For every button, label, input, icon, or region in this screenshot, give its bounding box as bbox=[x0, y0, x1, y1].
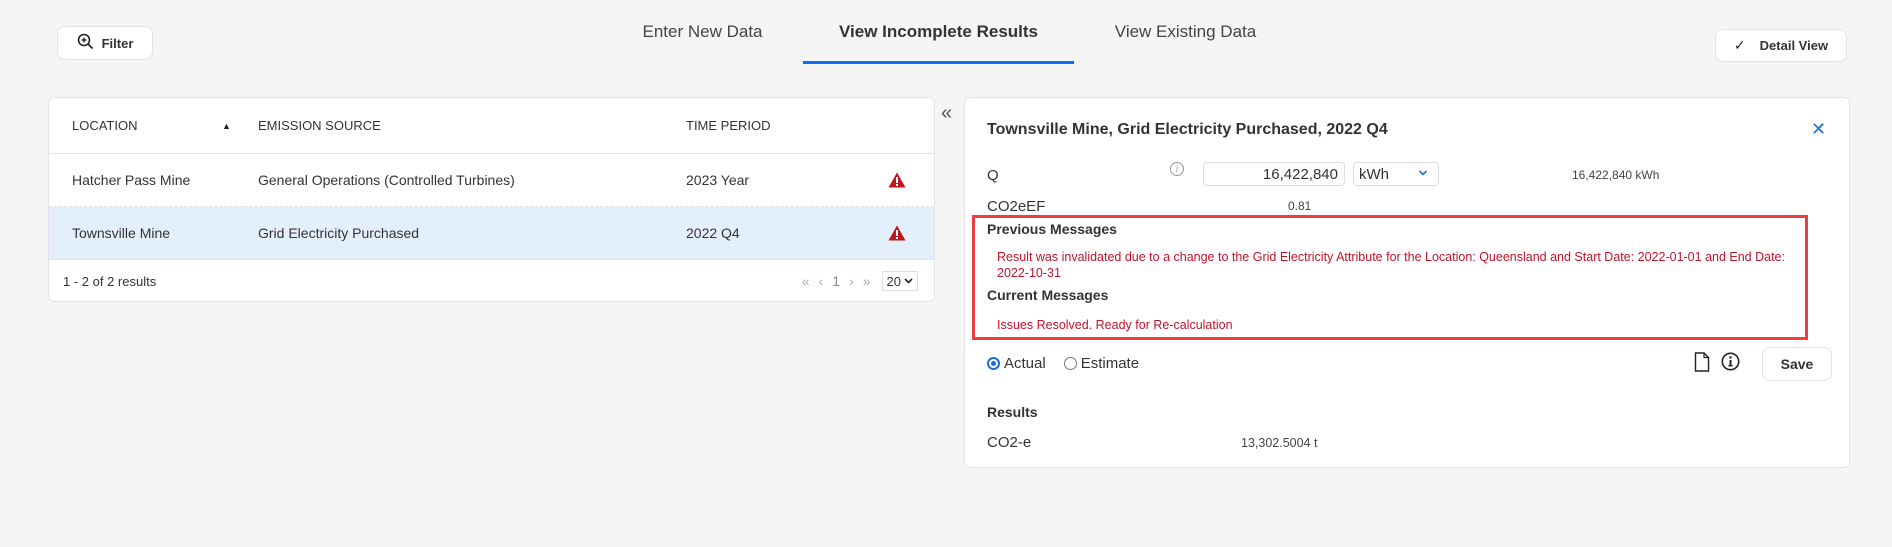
unit-value: kWh bbox=[1359, 165, 1389, 183]
pagination: « ‹ 1 › » 20 bbox=[802, 271, 918, 291]
cell-location: Townsville Mine bbox=[72, 225, 171, 241]
collapse-panel-icon[interactable]: « bbox=[941, 102, 952, 125]
radio-estimate-label: Estimate bbox=[1080, 355, 1140, 372]
cell-time-period: 2022 Q4 bbox=[686, 225, 740, 241]
close-icon[interactable]: ✕ bbox=[1811, 119, 1826, 140]
first-page-button[interactable]: « bbox=[802, 273, 810, 289]
detail-panel: Townsville Mine, Grid Electricity Purcha… bbox=[964, 97, 1850, 468]
tab-enter-new-data[interactable]: Enter New Data bbox=[640, 22, 765, 64]
tab-view-incomplete-results[interactable]: View Incomplete Results bbox=[803, 22, 1074, 64]
detail-title: Townsville Mine, Grid Electricity Purcha… bbox=[987, 121, 1388, 138]
table-row[interactable]: Hatcher Pass Mine General Operations (Co… bbox=[49, 154, 934, 207]
co2e-value: 13,302.5004 t bbox=[1241, 436, 1318, 450]
column-header-time-period[interactable]: TIME PERIOD bbox=[686, 98, 771, 153]
radio-actual[interactable]: Actual bbox=[987, 355, 1046, 372]
co2eef-label: CO2eEF bbox=[987, 198, 1046, 215]
detail-view-label: Detail View bbox=[1759, 38, 1829, 53]
checkmark-icon: ✓ bbox=[1733, 37, 1746, 53]
page-size-value: 20 bbox=[886, 273, 901, 289]
radio-selected-icon bbox=[987, 357, 1000, 370]
warning-icon bbox=[888, 207, 906, 259]
results-heading: Results bbox=[987, 404, 1038, 420]
radio-estimate[interactable]: Estimate bbox=[1063, 355, 1140, 372]
tab-view-existing-data[interactable]: View Existing Data bbox=[1112, 22, 1259, 64]
tab-bar: Enter New Data View Incomplete Results V… bbox=[0, 0, 1892, 64]
info-circle-icon[interactable] bbox=[1721, 352, 1740, 376]
current-page[interactable]: 1 bbox=[832, 273, 840, 289]
messages-highlight-box: Previous Messages Result was invalidated… bbox=[972, 215, 1808, 340]
chevron-down-icon bbox=[904, 278, 913, 284]
sort-ascending-icon[interactable]: ▲ bbox=[222, 98, 231, 153]
table-row-selected[interactable]: Townsville Mine Grid Electricity Purchas… bbox=[49, 207, 934, 260]
document-icon[interactable] bbox=[1694, 352, 1710, 377]
cell-emission-source: General Operations (Controlled Turbines) bbox=[258, 172, 515, 188]
current-messages-heading: Current Messages bbox=[987, 287, 1109, 303]
column-header-emission-source[interactable]: EMISSION SOURCE bbox=[258, 98, 381, 153]
previous-message-text: Result was invalidated due to a change t… bbox=[997, 250, 1785, 280]
co2e-label: CO2-e bbox=[987, 434, 1032, 451]
detail-view-button[interactable]: ✓ Detail View bbox=[1715, 29, 1847, 62]
page-size-select[interactable]: 20 bbox=[881, 271, 918, 291]
cell-emission-source: Grid Electricity Purchased bbox=[258, 225, 420, 241]
q-label: Q bbox=[987, 167, 999, 184]
cell-time-period: 2023 Year bbox=[686, 172, 750, 188]
chevron-down-icon bbox=[1418, 170, 1428, 176]
radio-actual-label: Actual bbox=[1004, 355, 1046, 372]
results-count: 1 - 2 of 2 results bbox=[63, 274, 157, 289]
cell-location: Hatcher Pass Mine bbox=[72, 172, 191, 188]
quantity-input[interactable] bbox=[1203, 162, 1345, 186]
previous-messages-heading: Previous Messages bbox=[987, 221, 1117, 237]
info-icon[interactable]: i bbox=[1170, 162, 1184, 176]
quantity-readout: 16,422,840 kWh bbox=[1572, 168, 1660, 182]
incomplete-results-table: LOCATION ▲ EMISSION SOURCE TIME PERIOD H… bbox=[48, 97, 935, 302]
current-message-text: Issues Resolved. Ready for Re-calculatio… bbox=[997, 318, 1233, 332]
data-type-radio-group: Actual Estimate bbox=[987, 355, 1139, 372]
warning-icon bbox=[888, 154, 906, 206]
co2eef-value: 0.81 bbox=[1288, 199, 1312, 213]
column-header-location[interactable]: LOCATION bbox=[72, 98, 138, 153]
save-button[interactable]: Save bbox=[1762, 347, 1832, 381]
prev-page-button[interactable]: ‹ bbox=[819, 273, 824, 289]
table-header: LOCATION ▲ EMISSION SOURCE TIME PERIOD bbox=[49, 98, 934, 154]
radio-unselected-icon bbox=[1063, 357, 1077, 370]
table-footer: 1 - 2 of 2 results « ‹ 1 › » 20 bbox=[49, 260, 934, 301]
next-page-button[interactable]: › bbox=[849, 273, 854, 289]
unit-select[interactable]: kWh bbox=[1353, 162, 1439, 186]
last-page-button[interactable]: » bbox=[863, 273, 871, 289]
